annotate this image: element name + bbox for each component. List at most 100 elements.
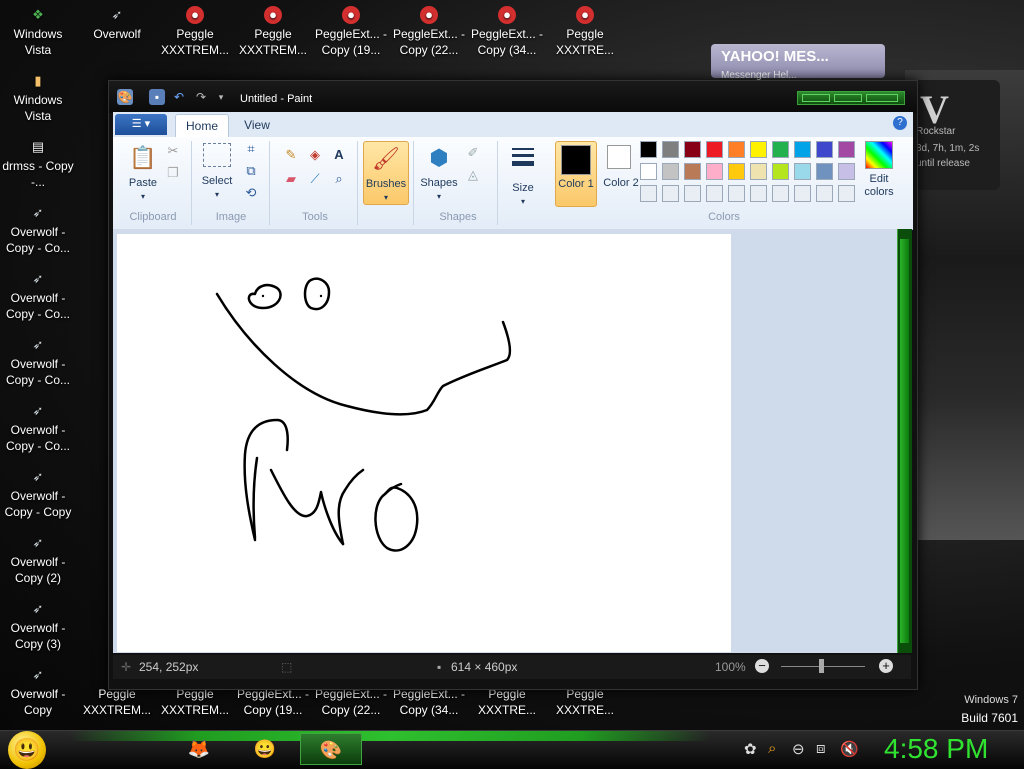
palette-swatch[interactable] <box>662 185 679 202</box>
brushes-button[interactable]: 🖌 Brushes ▾ <box>363 141 409 205</box>
palette-swatch[interactable] <box>750 185 767 202</box>
cut-icon[interactable]: ✂ <box>163 141 183 161</box>
palette-swatch[interactable] <box>794 141 811 158</box>
desktop-icon-overwolf-copy[interactable]: ➶ Overwolf - Copy - Co... <box>0 402 76 454</box>
desktop-icon-drmss[interactable]: ▤ drmss - Copy -... <box>0 138 76 190</box>
desktop-icon-overwolf-copy[interactable]: ➶ Overwolf - Copy (3) <box>0 600 76 652</box>
select-button[interactable]: Select ▾ <box>197 143 237 201</box>
palette-swatch[interactable] <box>838 163 855 180</box>
paste-button[interactable]: 📋 Paste ▾ <box>123 143 163 203</box>
fill-shape-icon[interactable]: ◬ <box>463 165 483 185</box>
pencil-icon[interactable]: ✎ <box>281 145 301 165</box>
desktop-icon-windows-vista[interactable]: ❖ Windows Vista <box>0 6 76 58</box>
desktop-icon-overwolf-copy[interactable]: ➶ Overwolf - Copy <box>0 666 76 718</box>
desktop-icon-vista-folder[interactable]: ▮ Windows Vista <box>0 72 76 124</box>
desktop-icon-peggle[interactable]: Peggle XXXTREM... <box>157 686 233 718</box>
save-icon[interactable]: ▪ <box>149 89 165 105</box>
drawing-canvas[interactable] <box>117 234 731 652</box>
scroll-thumb[interactable] <box>900 239 909 643</box>
palette-swatch[interactable] <box>640 141 657 158</box>
palette-swatch[interactable] <box>684 185 701 202</box>
palette-swatch[interactable] <box>750 141 767 158</box>
palette-swatch[interactable] <box>838 141 855 158</box>
start-button[interactable]: 😃 <box>8 731 46 769</box>
network-icon[interactable]: ⧈ <box>816 740 826 757</box>
palette-swatch[interactable] <box>684 163 701 180</box>
window-controls[interactable] <box>797 91 905 105</box>
zoom-slider-thumb[interactable] <box>819 659 824 673</box>
palette-swatch[interactable] <box>728 141 745 158</box>
copy-icon[interactable]: ❐ <box>163 163 183 183</box>
rotate-icon[interactable]: ⟲ <box>241 183 261 203</box>
palette-swatch[interactable] <box>728 185 745 202</box>
desktop-icon-peggle-ext[interactable]: ● PeggleExt... - Copy (34... <box>469 6 545 58</box>
desktop-icon-overwolf-copy[interactable]: ➶ Overwolf - Copy - Co... <box>0 336 76 388</box>
desktop-icon-peggle[interactable]: Peggle XXXTRE... <box>547 686 623 718</box>
desktop-icon-overwolf-copy[interactable]: ➶ Overwolf - Copy - Co... <box>0 270 76 322</box>
volume-muted-icon[interactable]: 🔇 <box>840 740 859 758</box>
close-button[interactable] <box>866 94 898 102</box>
palette-swatch[interactable] <box>706 141 723 158</box>
color2-button[interactable]: Color 2 <box>601 141 641 190</box>
palette-swatch[interactable] <box>662 141 679 158</box>
tray-app-icon[interactable]: ✿ <box>744 740 757 758</box>
outline-icon[interactable]: ✐ <box>463 143 483 163</box>
resize-icon[interactable]: ⧉ <box>241 161 261 181</box>
help-icon[interactable]: ? <box>893 116 907 130</box>
palette-swatch[interactable] <box>816 163 833 180</box>
fill-icon[interactable]: ◈ <box>305 145 325 165</box>
desktop-icon-overwolf-copy[interactable]: ➶ Overwolf - Copy (2) <box>0 534 76 586</box>
palette-swatch[interactable] <box>662 163 679 180</box>
shapes-button[interactable]: ⬢ Shapes ▾ <box>419 143 459 203</box>
desktop-icon-peggle[interactable]: ● Peggle XXXTRE... <box>547 6 623 58</box>
palette-swatch[interactable] <box>772 163 789 180</box>
maximize-button[interactable] <box>834 94 862 102</box>
quick-access-dropdown-icon[interactable]: ▾ <box>213 89 229 105</box>
tab-home[interactable]: Home <box>175 114 229 137</box>
file-menu-button[interactable]: ☰ ▾ <box>115 114 167 135</box>
palette-swatch[interactable] <box>750 163 767 180</box>
undo-icon[interactable]: ↶ <box>171 89 187 105</box>
palette-swatch[interactable] <box>640 163 657 180</box>
color1-button[interactable]: Color 1 <box>555 141 597 207</box>
palette-swatch[interactable] <box>706 185 723 202</box>
messenger-status-icon[interactable]: ⊖ <box>792 740 805 758</box>
minimize-button[interactable] <box>802 94 830 102</box>
desktop-icon-peggle-ext[interactable]: PeggleExt... - Copy (22... <box>313 686 389 718</box>
palette-swatch[interactable] <box>838 185 855 202</box>
desktop-icon-peggle-ext[interactable]: PeggleExt... - Copy (34... <box>391 686 467 718</box>
eraser-icon[interactable]: ▰ <box>281 169 301 189</box>
palette-swatch[interactable] <box>640 185 657 202</box>
crop-icon[interactable]: ⌗ <box>241 139 261 159</box>
palette-swatch[interactable] <box>816 185 833 202</box>
size-button[interactable]: Size ▾ <box>503 143 543 208</box>
color-picker-icon[interactable]: ⟋ <box>305 169 325 189</box>
yahoo-messenger-icon[interactable]: 😀 <box>234 733 296 765</box>
palette-swatch[interactable] <box>794 185 811 202</box>
palette-swatch[interactable] <box>706 163 723 180</box>
palette-swatch[interactable] <box>728 163 745 180</box>
paint-icon[interactable]: 🎨 <box>300 733 362 765</box>
redo-icon[interactable]: ↷ <box>193 89 209 105</box>
firefox-icon[interactable]: 🦊 <box>168 733 230 765</box>
vertical-scrollbar[interactable] <box>897 229 912 653</box>
tab-view[interactable]: View <box>233 114 281 136</box>
clock[interactable]: 4:58 PM <box>884 733 988 765</box>
zoom-in-button[interactable]: + <box>879 659 893 673</box>
desktop-icon-overwolf-copy[interactable]: ➶ Overwolf - Copy - Copy <box>0 468 76 520</box>
search-icon[interactable]: ⌕ <box>768 740 776 757</box>
palette-swatch[interactable] <box>816 141 833 158</box>
magnifier-icon[interactable]: ⌕ <box>329 169 349 189</box>
desktop-icon-peggle-ext[interactable]: ● PeggleExt... - Copy (22... <box>391 6 467 58</box>
desktop-icon-peggle[interactable]: ● Peggle XXXTREM... <box>157 6 233 58</box>
palette-swatch[interactable] <box>772 185 789 202</box>
desktop-icon-peggle[interactable]: Peggle XXXTREM... <box>79 686 155 718</box>
zoom-out-button[interactable]: − <box>755 659 769 673</box>
text-icon[interactable]: A <box>329 145 349 165</box>
palette-swatch[interactable] <box>684 141 701 158</box>
desktop-icon-peggle-ext[interactable]: ● PeggleExt... - Copy (19... <box>313 6 389 58</box>
desktop-icon-peggle[interactable]: Peggle XXXTRE... <box>469 686 545 718</box>
desktop-icon-overwolf-copy[interactable]: ➶ Overwolf - Copy - Co... <box>0 204 76 256</box>
title-bar[interactable]: 🎨 ▪ ↶ ↷ ▾ Untitled - Paint <box>109 81 917 113</box>
palette-swatch[interactable] <box>772 141 789 158</box>
